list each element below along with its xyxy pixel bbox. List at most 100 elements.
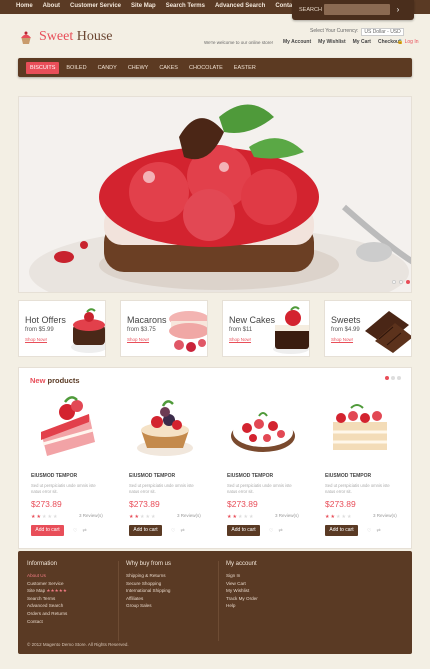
footer-link: Site Map ★★★★★ bbox=[27, 587, 117, 595]
review-count[interactable]: 3 Review(s) bbox=[275, 513, 299, 518]
banner-title: Macarons bbox=[127, 315, 167, 325]
footer-link[interactable]: Advanced Search bbox=[27, 602, 117, 610]
cake-slice-image bbox=[71, 308, 105, 353]
review-count[interactable]: 3 Review(s) bbox=[79, 513, 103, 518]
menu-item-easter[interactable]: EASTER bbox=[230, 62, 260, 74]
add-to-cart-button[interactable]: Add to cart bbox=[129, 525, 162, 536]
rating-stars: ★★★★★ bbox=[129, 514, 156, 520]
hero-cake-image bbox=[19, 97, 411, 292]
cupcake-logo-icon bbox=[21, 31, 31, 44]
banner-shop-link[interactable]: Shop Now! bbox=[127, 337, 149, 342]
footer-link[interactable]: Group Sales bbox=[126, 602, 216, 610]
footer-column-information: Information About Us Customer Service Si… bbox=[27, 561, 117, 625]
topnav-advanced-search[interactable]: Advanced Search bbox=[215, 3, 265, 9]
banner-price: from $11 bbox=[229, 327, 253, 333]
hero-dot-1[interactable] bbox=[392, 280, 396, 284]
footer-link[interactable]: Shipping & Returns bbox=[126, 572, 216, 580]
menu-item-biscuits[interactable]: BISCUITS bbox=[26, 62, 60, 74]
footer-link[interactable]: About Us bbox=[27, 572, 117, 580]
banner-sweets[interactable]: Sweets from $4.99 Shop Now! bbox=[324, 300, 412, 357]
footer-link-site-map[interactable]: Site Map bbox=[27, 588, 45, 593]
menu-item-cakes[interactable]: CAKES bbox=[155, 62, 182, 74]
menu-item-candy[interactable]: CANDY bbox=[94, 62, 121, 74]
banner-hot-offers[interactable]: Hot Offers from $5.99 Shop Now! bbox=[18, 300, 106, 357]
search-label: SEARCH bbox=[299, 7, 322, 13]
compare-icon[interactable]: ⇄ bbox=[376, 528, 380, 534]
wishlist-icon[interactable]: ♡ bbox=[367, 528, 371, 534]
review-count[interactable]: 3 Review(s) bbox=[373, 513, 397, 518]
macaron-image bbox=[169, 311, 207, 352]
add-to-cart-button[interactable]: Add to cart bbox=[325, 525, 358, 536]
account-links: My Account My Wishlist My Cart Checkout bbox=[283, 39, 401, 45]
banner-title: New Cakes bbox=[229, 315, 276, 325]
banner-shop-link[interactable]: Shop Now! bbox=[25, 337, 47, 342]
product-name[interactable]: EIUSMOD TEMPOR bbox=[325, 473, 371, 479]
footer-link[interactable]: Track My Order bbox=[226, 595, 316, 603]
menu-item-chewy[interactable]: CHEWY bbox=[124, 62, 152, 74]
wishlist-icon[interactable]: ♡ bbox=[171, 528, 175, 534]
currency-selector: Select Your Currency: US Dollar - USD bbox=[310, 28, 404, 36]
my-account-link[interactable]: My Account bbox=[283, 39, 311, 45]
product-price: $273.89 bbox=[129, 499, 160, 509]
topnav-home[interactable]: Home bbox=[16, 3, 33, 9]
menu-item-boiled[interactable]: BOILED bbox=[62, 62, 90, 74]
banner-price: from $5.99 bbox=[25, 327, 54, 333]
chocolate-cake-image bbox=[273, 306, 309, 354]
footer-link[interactable]: International Shipping bbox=[126, 587, 216, 595]
footer-link[interactable]: My Wishlist bbox=[226, 587, 316, 595]
add-to-cart-button[interactable]: Add to cart bbox=[31, 525, 64, 536]
footer-link[interactable]: View Cart bbox=[226, 580, 316, 588]
wishlist-icon[interactable]: ♡ bbox=[269, 528, 273, 534]
product-name[interactable]: EIUSMOD TEMPOR bbox=[227, 473, 273, 479]
product-name[interactable]: EIUSMOD TEMPOR bbox=[129, 473, 175, 479]
product-price: $273.89 bbox=[31, 499, 62, 509]
footer-link[interactable]: Affiliates bbox=[126, 595, 216, 603]
add-to-cart-button[interactable]: Add to cart bbox=[227, 525, 260, 536]
logo-text[interactable]: Sweet House bbox=[39, 29, 113, 45]
logo-word-sweet: Sweet bbox=[39, 29, 74, 44]
footer-heading: Why buy from us bbox=[126, 561, 172, 567]
topnav-search-terms[interactable]: Search Terms bbox=[166, 3, 205, 9]
footer-link[interactable]: Secure Shopping bbox=[126, 580, 216, 588]
welcome-message: We're welcome to our online store! bbox=[204, 40, 274, 45]
topnav-customer-service[interactable]: Customer Service bbox=[70, 3, 121, 9]
topnav-site-map[interactable]: Site Map bbox=[131, 3, 156, 9]
compare-icon[interactable]: ⇄ bbox=[82, 528, 86, 534]
my-cart-link[interactable]: My Cart bbox=[353, 39, 371, 45]
search-input[interactable] bbox=[324, 4, 390, 15]
product-name[interactable]: EIUSMOD TEMPOR bbox=[31, 473, 77, 479]
hero-slider[interactable] bbox=[18, 96, 412, 293]
footer-link[interactable]: Customer Service bbox=[27, 580, 117, 588]
product-actions: ♡ ⇄ bbox=[73, 528, 87, 534]
footer-link[interactable]: Orders and Returns bbox=[27, 610, 117, 618]
banner-shop-link[interactable]: Shop Now! bbox=[229, 337, 251, 342]
footer-link[interactable]: Search Terms bbox=[27, 595, 117, 603]
footer-link[interactable]: Sign In bbox=[226, 572, 316, 580]
banner-new-cakes[interactable]: New Cakes from $11 Shop Now! bbox=[222, 300, 310, 357]
currency-select[interactable]: US Dollar - USD bbox=[361, 28, 404, 36]
rating-stars: ★★★★★ bbox=[325, 514, 352, 520]
banner-price: from $3.75 bbox=[127, 327, 156, 333]
wishlist-icon[interactable]: ♡ bbox=[73, 528, 77, 534]
product-card: EIUSMOD TEMPOR Sed ut perspiciatis unde … bbox=[31, 368, 119, 550]
banner-price: from $4.99 bbox=[331, 327, 360, 333]
menu-item-chocolate[interactable]: CHOCOLATE bbox=[185, 62, 227, 74]
search-submit-icon[interactable]: › bbox=[392, 4, 404, 15]
product-actions: ♡ ⇄ bbox=[269, 528, 283, 534]
footer-link[interactable]: Help bbox=[226, 602, 316, 610]
hero-dot-2[interactable] bbox=[399, 280, 403, 284]
banner-shop-link[interactable]: Shop Now! bbox=[331, 337, 353, 342]
banner-macarons[interactable]: Macarons from $3.75 Shop Now! bbox=[120, 300, 208, 357]
compare-icon[interactable]: ⇄ bbox=[180, 528, 184, 534]
fruit-tart-image bbox=[137, 400, 193, 456]
login-link[interactable]: 🔒 Log In bbox=[397, 39, 419, 45]
compare-icon[interactable]: ⇄ bbox=[278, 528, 282, 534]
banner-title: Hot Offers bbox=[25, 315, 66, 325]
footer-link[interactable]: Contact bbox=[27, 618, 117, 626]
topnav-about[interactable]: About bbox=[43, 3, 60, 9]
hero-dot-3[interactable] bbox=[406, 280, 410, 284]
logo-word-house: House bbox=[76, 29, 113, 44]
review-count[interactable]: 3 Review(s) bbox=[177, 513, 201, 518]
chocolate-bars-image bbox=[365, 311, 411, 353]
my-wishlist-link[interactable]: My Wishlist bbox=[318, 39, 345, 45]
